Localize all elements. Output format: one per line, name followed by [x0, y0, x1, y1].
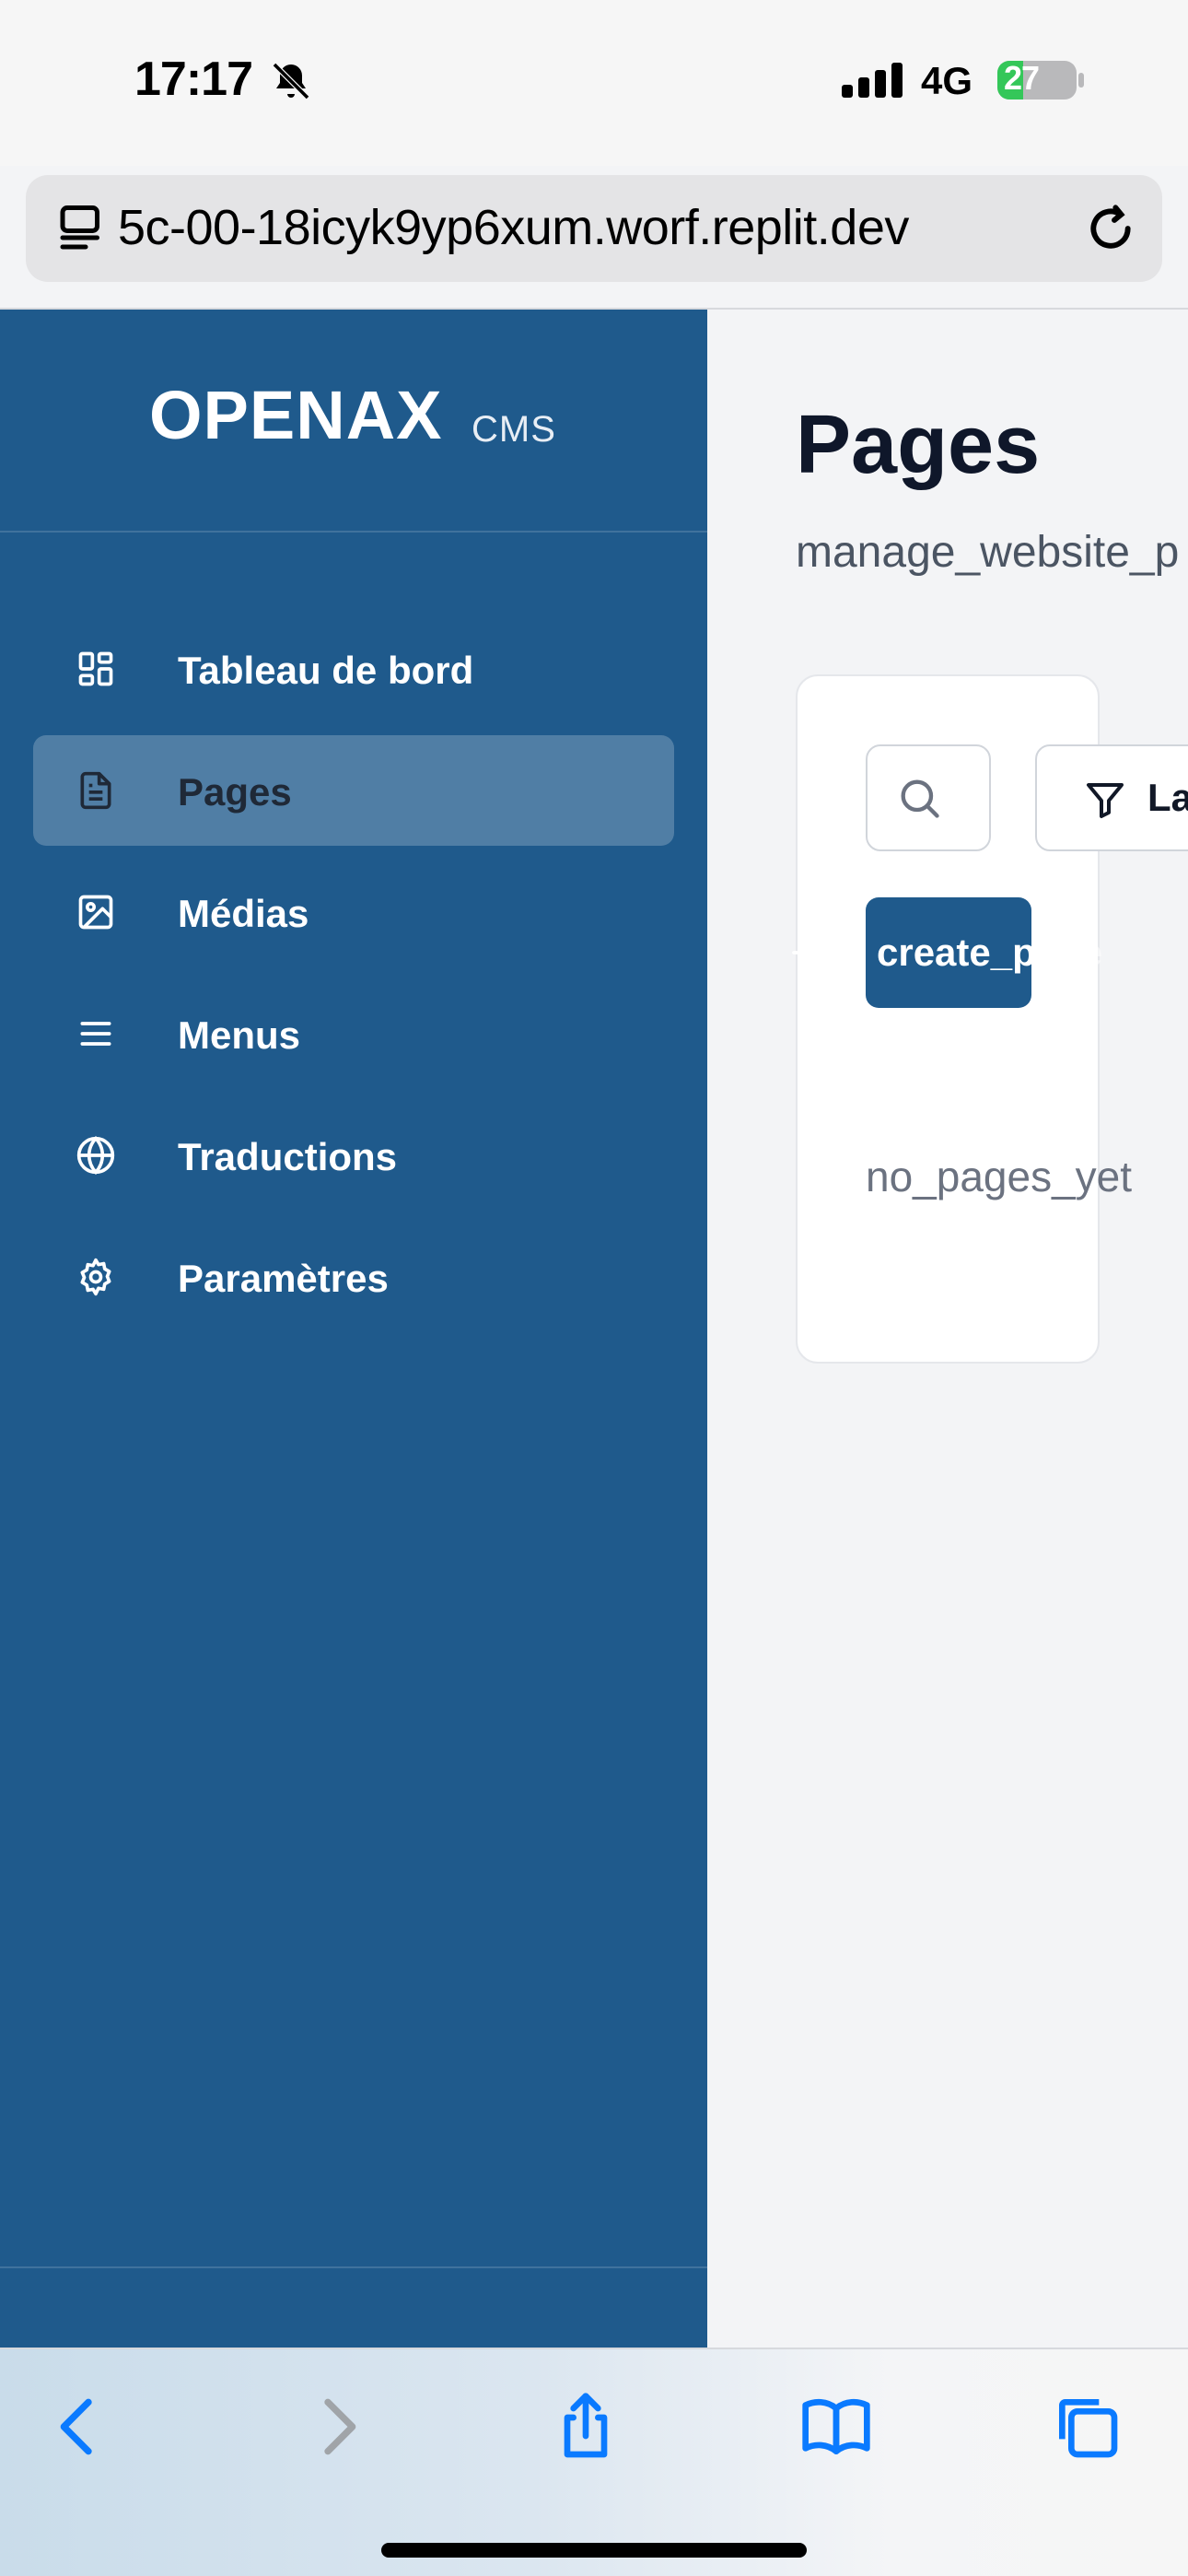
sidebar: OPENAX CMS Tableau de bord Pages Médias [0, 310, 707, 2348]
file-text-icon [80, 771, 111, 810]
sidebar-item-menus[interactable]: Menus [33, 978, 674, 1089]
back-icon[interactable] [42, 2390, 116, 2464]
dashboard-icon [78, 651, 113, 686]
bell-slash-icon [272, 62, 310, 100]
sidebar-item-label: Tableau de bord [178, 649, 474, 692]
menu-icon [80, 1022, 111, 1046]
url-text[interactable]: 5c-00-18icyk9yp6xum.worf.replit.dev [118, 199, 1076, 256]
address-bar[interactable]: 5c-00-18icyk9yp6xum.worf.replit.dev [26, 175, 1162, 282]
sidebar-item-label: Traductions [178, 1135, 398, 1178]
plus-icon [792, 940, 818, 966]
create-page-button[interactable]: create_page [792, 897, 1102, 1008]
sidebar-nav: Tableau de bord Pages Médias Menus Tradu… [33, 614, 674, 1343]
sidebar-item-tableau-de-bord[interactable]: Tableau de bord [33, 614, 674, 724]
forward-icon[interactable] [300, 2390, 374, 2464]
gear-icon [80, 1258, 111, 1296]
create-page-label-overflow: age [1035, 931, 1103, 974]
main-content: Pages manage_website_p create_page no_pa… [707, 310, 1188, 2348]
sidebar-item-parametres[interactable]: Paramètres [33, 1222, 674, 1332]
status-bar: 17:17 4G 27 [0, 0, 1188, 166]
signal-icon [842, 63, 903, 98]
globe-icon [76, 1135, 115, 1176]
bookmarks-icon[interactable] [799, 2390, 873, 2464]
sidebar-item-medias[interactable]: Médias [33, 857, 674, 967]
sidebar-item-label: Pages [178, 770, 292, 814]
sidebar-item-pages[interactable]: Pages [33, 735, 674, 846]
sidebar-item-traductions[interactable]: Traductions [33, 1100, 674, 1211]
page-subtitle: manage_website_p [796, 528, 1180, 577]
empty-state-text: no_pages_yet [866, 1153, 1133, 1200]
brand-logo[interactable]: OPENAX [149, 376, 443, 454]
browser-toolbar [0, 2348, 1188, 2576]
filter-icon [1087, 783, 1124, 818]
create-page-label: create_page [877, 931, 1102, 975]
sidebar-item-label: Paramètres [178, 1257, 389, 1300]
network-label: 4G [921, 59, 973, 102]
reload-icon[interactable] [1081, 199, 1140, 258]
sidebar-item-label: Médias [178, 892, 309, 935]
reader-icon[interactable] [53, 201, 109, 256]
battery-level: 27 [1004, 59, 1040, 97]
status-time: 17:17 [134, 53, 253, 106]
tabs-icon[interactable] [1050, 2390, 1124, 2464]
filter-label: La [1147, 776, 1188, 819]
language-filter-button[interactable]: La [1035, 744, 1188, 851]
create-page-label-visible: create_p [877, 931, 1036, 974]
divider [0, 531, 707, 533]
divider [0, 2266, 707, 2268]
search-input[interactable] [866, 744, 991, 851]
page-title: Pages [796, 399, 1041, 491]
brand-subtitle: CMS [472, 409, 556, 450]
home-indicator[interactable] [381, 2543, 807, 2558]
search-icon [901, 779, 939, 818]
share-icon[interactable] [549, 2390, 623, 2464]
image-icon [78, 895, 113, 930]
sidebar-item-label: Menus [178, 1013, 301, 1057]
